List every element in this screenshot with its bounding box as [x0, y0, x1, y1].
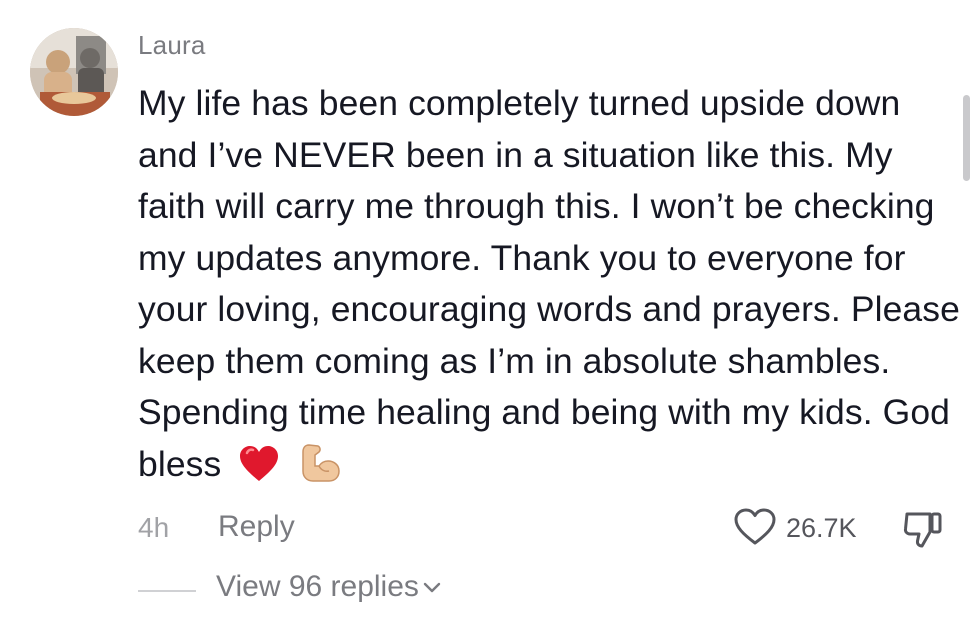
chevron-down-icon [423, 582, 441, 593]
like-count: 26.7K [786, 513, 857, 543]
comment-actions: 4h Reply 26.7K [138, 508, 948, 548]
view-replies-button[interactable]: View 96 replies [216, 570, 441, 604]
heart-outline-icon [734, 508, 776, 545]
comment-timestamp: 4h [138, 512, 170, 543]
flexed-biceps-icon [297, 443, 341, 498]
red-heart-icon [239, 445, 279, 498]
comment-text: My life has been completely turned upsid… [138, 83, 960, 484]
comment-username[interactable]: Laura [138, 30, 206, 61]
avatar[interactable] [30, 28, 118, 116]
view-replies-label: View 96 replies [216, 570, 419, 603]
replies-divider [138, 590, 196, 592]
avatar-photo [30, 28, 118, 116]
scrollbar-thumb[interactable] [963, 95, 970, 181]
like-button[interactable] [734, 508, 778, 548]
comment-body: My life has been completely turned upsid… [138, 78, 968, 497]
thumbs-down-icon [903, 512, 942, 548]
reply-button[interactable]: Reply [218, 510, 295, 544]
dislike-button[interactable] [902, 508, 944, 550]
